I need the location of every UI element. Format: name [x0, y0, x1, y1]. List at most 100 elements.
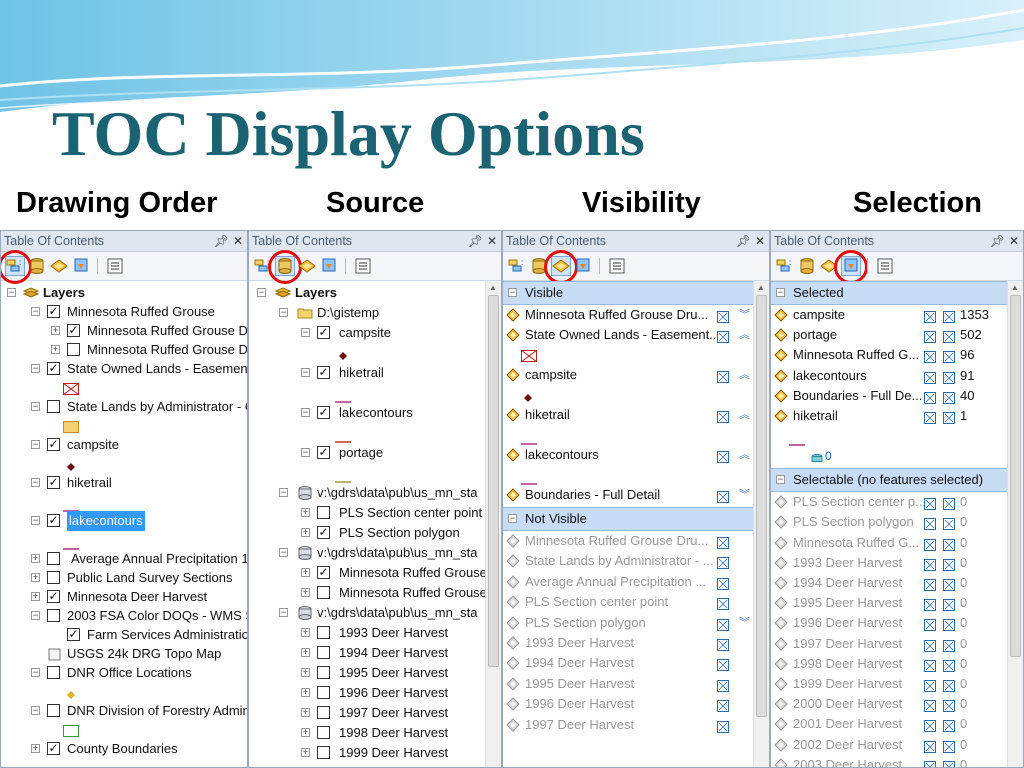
layer-row[interactable]: +1995 Deer Harvest	[249, 663, 501, 683]
selectable-toggle[interactable]	[924, 370, 936, 384]
layer-row[interactable]: +1999 Deer Harvest	[249, 743, 501, 763]
layer-row[interactable]: State Owned Lands - Easement... ︽	[503, 325, 753, 345]
list-by-source-button[interactable]	[797, 256, 817, 276]
visibility-toggle[interactable]	[717, 369, 729, 383]
clear-selection-toggle[interactable]	[943, 678, 955, 692]
collapse-toggle[interactable]: −	[508, 288, 517, 297]
layer-row[interactable]: Minnesota Ruffed G... 0	[771, 533, 1007, 553]
layer-row[interactable]: 1995 Deer Harvest	[503, 674, 753, 694]
list-by-visibility-button[interactable]	[819, 256, 839, 276]
expand-toggle[interactable]: +	[301, 628, 310, 637]
list-by-selection-button[interactable]	[573, 256, 593, 276]
move-up-icon[interactable]: ︽	[739, 405, 750, 425]
scrollbar-thumb[interactable]	[756, 295, 767, 717]
clear-selection-toggle[interactable]	[943, 597, 955, 612]
move-up-icon[interactable]: ︽	[739, 325, 750, 345]
layer-row[interactable]: hiketrail ︽	[503, 405, 753, 425]
list-by-selection-button[interactable]	[841, 256, 861, 276]
list-by-drawing-order-button[interactable]: :	[253, 256, 273, 276]
collapse-toggle[interactable]: −	[776, 475, 785, 485]
expand-toggle[interactable]: −	[279, 548, 288, 557]
layer-visibility-checkbox[interactable]: ✓	[317, 446, 330, 459]
selectable-toggle[interactable]	[924, 390, 936, 404]
layer-row[interactable]: +1996 Deer Harvest	[249, 683, 501, 703]
layer-visibility-checkbox[interactable]	[47, 704, 60, 717]
clear-selection-toggle[interactable]	[943, 638, 955, 652]
expand-toggle[interactable]: +	[301, 748, 310, 757]
layer-row[interactable]: − ✓ lakecontours	[249, 403, 501, 423]
layer-row[interactable]: Minnesota Ruffed Grouse Dru...	[503, 531, 753, 551]
layer-row[interactable]: +1998 Deer Harvest	[249, 723, 501, 743]
selectable-toggle[interactable]	[924, 617, 936, 632]
list-by-selection-button[interactable]	[71, 256, 91, 276]
layer-visibility-checkbox[interactable]	[67, 343, 80, 356]
layer-row[interactable]: 1996 Deer Harvest	[503, 694, 753, 714]
expand-toggle[interactable]: −	[31, 307, 40, 316]
expand-toggle[interactable]: −	[31, 364, 40, 373]
list-by-selection-button[interactable]	[319, 256, 339, 276]
expand-toggle[interactable]: −	[31, 516, 40, 525]
visibility-toggle[interactable]	[717, 535, 729, 549]
layer-row[interactable]: 1994 Deer Harvest	[503, 653, 753, 673]
expand-toggle[interactable]: −	[301, 328, 310, 337]
expand-toggle[interactable]: +	[31, 592, 40, 601]
layer-row[interactable]: + Average Annual Precipitation 1	[1, 549, 247, 569]
expand-toggle[interactable]: −	[301, 448, 310, 457]
list-by-drawing-order-button[interactable]: :	[5, 256, 25, 276]
section-header-not-visible[interactable]: − Not Visible	[503, 507, 753, 531]
layer-visibility-checkbox[interactable]	[317, 726, 330, 739]
layer-row[interactable]: 1995 Deer Harvest 0	[771, 593, 1007, 613]
selectable-toggle[interactable]	[924, 658, 936, 672]
layer-row[interactable]: lakecontours 91	[771, 366, 1007, 386]
scroll-up-arrow[interactable]: ▲	[489, 283, 497, 292]
layer-visibility-checkbox[interactable]	[47, 552, 60, 565]
visibility-toggle[interactable]	[717, 617, 729, 631]
layer-row[interactable]: − ✓ hiketrail	[249, 363, 501, 383]
move-down-icon[interactable]: ︾	[739, 613, 750, 633]
layer-row[interactable]: + Minnesota Ruffed Grouse	[249, 583, 501, 603]
visibility-toggle[interactable]	[717, 309, 729, 323]
visibility-toggle[interactable]	[717, 449, 729, 463]
layer-row[interactable]: PLS Section polygon ︾	[503, 613, 753, 633]
clear-selection-toggle[interactable]	[943, 617, 955, 632]
expand-toggle[interactable]: −	[279, 608, 288, 617]
expand-toggle[interactable]: +	[51, 326, 60, 335]
visibility-toggle[interactable]	[717, 719, 729, 733]
layer-row[interactable]: Average Annual Precipitation ...	[503, 572, 753, 592]
clear-selection-toggle[interactable]	[943, 496, 955, 511]
scrollbar-thumb[interactable]	[1010, 295, 1021, 657]
layer-row[interactable]: State Lands by Administrator - ...	[503, 551, 753, 571]
expand-toggle[interactable]: −	[31, 402, 40, 411]
layer-row[interactable]: campsite 1353	[771, 305, 1007, 325]
options-button[interactable]	[875, 256, 895, 276]
layer-row[interactable]: + ✓ County Boundaries	[1, 739, 247, 759]
layer-visibility-checkbox[interactable]: ✓	[47, 514, 60, 527]
layer-row[interactable]: 2000 Deer Harvest 0	[771, 694, 1007, 714]
visibility-toggle[interactable]	[717, 596, 729, 611]
pin-icon[interactable]: 📌︎	[214, 231, 229, 251]
expand-toggle[interactable]: +	[301, 508, 310, 517]
layer-visibility-checkbox[interactable]	[317, 686, 330, 699]
layer-row[interactable]: Minnesota Ruffed Grouse Dru... ︾	[503, 305, 753, 325]
expand-toggle[interactable]: −	[279, 488, 288, 497]
visibility-toggle[interactable]	[717, 637, 729, 651]
list-by-visibility-button[interactable]	[297, 256, 317, 276]
visibility-toggle[interactable]	[717, 698, 729, 713]
section-header-selectable[interactable]: − Selectable (no features selected)	[771, 468, 1007, 493]
layer-visibility-checkbox[interactable]	[47, 571, 60, 584]
workspace-row[interactable]: − D:\gistemp	[249, 303, 501, 323]
scroll-up-arrow[interactable]: ▲	[757, 283, 765, 292]
layer-row[interactable]: 1996 Deer Harvest 0	[771, 613, 1007, 633]
expand-toggle[interactable]: −	[7, 288, 16, 297]
selectable-toggle[interactable]	[924, 537, 936, 551]
data-frame-row[interactable]: − Layers	[1, 283, 247, 303]
close-icon[interactable]: ✕	[755, 231, 765, 251]
selectable-toggle[interactable]	[924, 638, 936, 652]
layer-visibility-checkbox[interactable]	[47, 666, 60, 679]
clear-selection-toggle[interactable]	[943, 739, 955, 753]
section-header-visible[interactable]: − Visible	[503, 281, 753, 305]
selectable-toggle[interactable]	[924, 410, 936, 424]
clear-selection-toggle[interactable]	[943, 349, 955, 364]
expand-toggle[interactable]: −	[31, 440, 40, 449]
selectable-toggle[interactable]	[924, 597, 936, 612]
